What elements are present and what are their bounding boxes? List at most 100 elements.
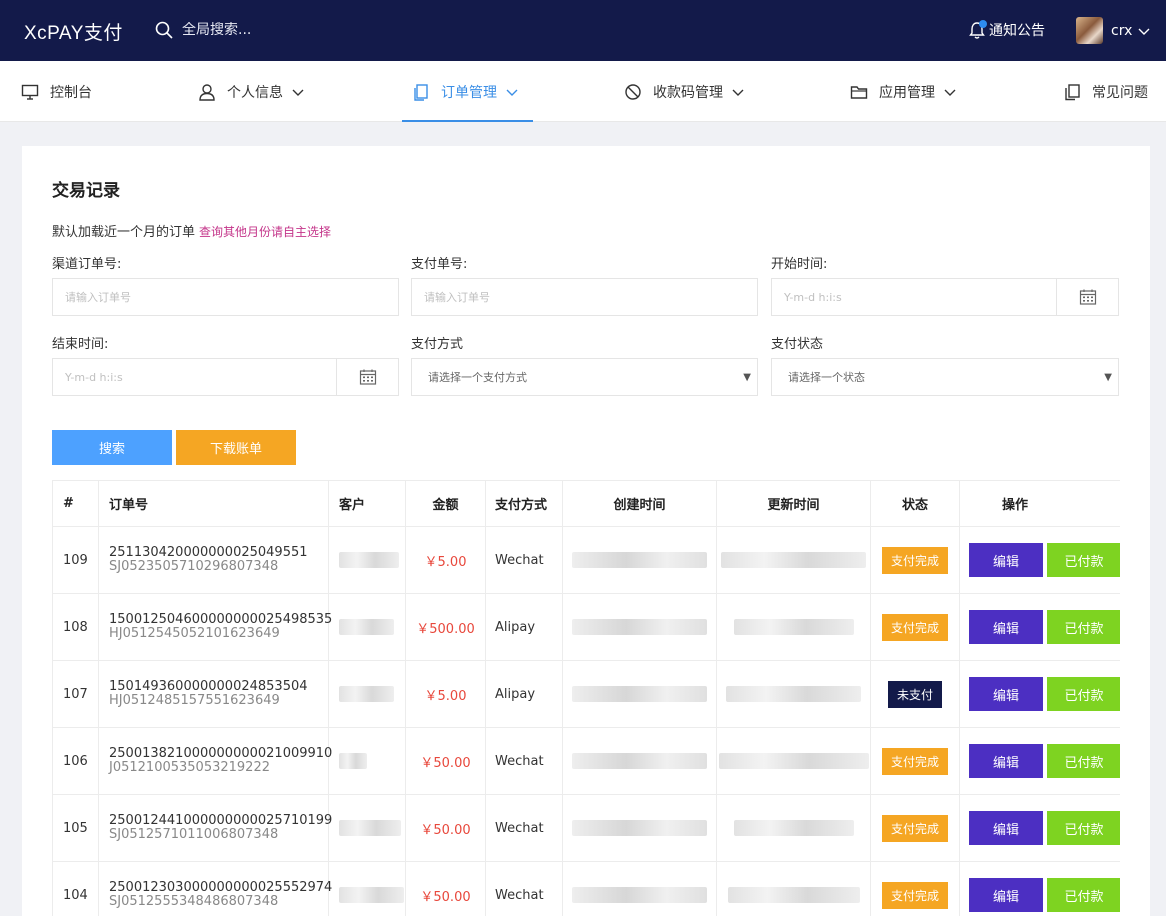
order-sub-number: J0512100535053219222 [109,760,270,775]
order-sub-number: SJ0523505710296807348 [109,559,279,574]
row-index: 109 [53,527,99,593]
row-order-no: 250013821000000000021009910 J051210053505… [99,728,332,794]
download-button[interactable]: 下载账单 [176,430,296,465]
username: crx [1111,22,1133,39]
amount-value: ￥500.00 [416,621,475,637]
status-selected: 请选择一个状态 [788,371,865,384]
nav-item-profile[interactable]: 个人信息 [198,61,305,122]
table-header: # 订单号 客户 金额 支付方式 创建时间 更新时间 状态 操作 [53,480,1120,527]
row-order-no: 250012441000000000025710199 SJ05125710110… [99,795,333,861]
channel-order-field[interactable] [52,278,399,316]
th-actions: 操作 [1001,498,1028,513]
caret-down-icon: ▼ [743,371,751,383]
mark-paid-button[interactable]: 已付款 [1047,811,1120,845]
row-index: 104 [53,862,99,916]
edit-button[interactable]: 编辑 [969,811,1043,845]
amount-value: ￥5.00 [424,688,467,704]
channel-order-input[interactable] [65,290,398,304]
mark-paid-button[interactable]: 已付款 [1047,543,1120,577]
start-time-input[interactable] [784,290,1054,304]
row-status: 支付完成 [871,728,960,794]
row-amount: ￥50.00 [406,862,486,916]
mark-paid-button[interactable]: 已付款 [1047,677,1120,711]
row-customer [329,795,406,861]
global-search[interactable] [154,20,322,40]
th-pay-method: 支付方式 [486,481,563,526]
edit-button[interactable]: 编辑 [969,677,1043,711]
nav-label-orders: 订单管理 [441,84,497,101]
row-created [563,527,717,593]
edit-button[interactable]: 编辑 [969,610,1043,644]
hint-text: 默认加载近一个月的订单 查询其他月份请自主选择 [52,221,331,240]
edit-button[interactable]: 编辑 [969,878,1043,912]
order-number: 250012441000000000025710199 [109,813,333,828]
nav-item-apps[interactable]: 应用管理 [850,61,957,122]
status-badge: 支付完成 [881,747,948,775]
pay-order-input[interactable] [424,290,757,304]
pay-order-field[interactable] [411,278,758,316]
notice-button[interactable]: 通知公告 [968,20,1045,40]
mark-paid-button[interactable]: 已付款 [1047,878,1120,912]
row-order-no: 250012303000000000025552974 SJ05125553484… [99,862,332,916]
row-index: 107 [53,661,99,727]
created-time-redacted [572,619,707,635]
row-updated [717,594,871,660]
order-number: 150012504600000000025498535 [109,612,333,627]
status-select[interactable]: 请选择一个状态 ▼ [771,358,1119,396]
customer-redacted [339,820,401,836]
search-button[interactable]: 搜索 [52,430,172,465]
pay-order-label: 支付单号: [411,257,468,272]
nav-label-profile: 个人信息 [227,84,283,101]
nav-item-orders[interactable]: 订单管理 [402,61,533,122]
row-status: 支付完成 [871,862,960,916]
user-menu[interactable]: crx [1076,17,1150,44]
row-amount: ￥500.00 [406,594,486,660]
th-order-no: 订单号 [99,481,329,526]
hint-link[interactable]: 查询其他月份请自主选择 [199,225,331,239]
th-status: 状态 [871,481,960,526]
row-id: 105 [63,820,88,836]
end-time-input[interactable] [65,370,335,384]
row-actions: 编辑 已付款 [960,594,1120,660]
nav-item-faq[interactable]: 常见问题 [1063,61,1148,122]
avatar [1076,17,1103,44]
calendar-button[interactable] [1056,279,1118,315]
order-number: 150149360000000024853504 [109,679,308,694]
updated-time-redacted [721,552,866,568]
row-index: 108 [53,594,99,660]
row-status: 支付完成 [871,594,960,660]
global-search-input[interactable] [182,22,322,38]
created-time-redacted [572,753,707,769]
table-row: 105 250012441000000000025710199 SJ05125710… [53,795,1120,862]
table-row: 104 250012303000000000025552974 SJ05125553… [53,862,1120,916]
channel-order-label: 渠道订单号: [52,257,122,272]
end-time-field[interactable] [52,358,399,396]
table-row: 109 251130420000000025049551 SJ05235057102… [53,527,1120,594]
updated-time-redacted [718,753,869,769]
table-row: 106 250013821000000000021009910 J051210053… [53,728,1120,795]
amount-value: ￥50.00 [420,822,471,838]
nav-label-faq: 常见问题 [1092,84,1148,101]
row-amount: ￥5.00 [406,661,486,727]
row-pay-method: Alipay [486,594,563,660]
mark-paid-button[interactable]: 已付款 [1047,744,1120,778]
start-time-field[interactable] [771,278,1119,316]
row-pay-method: Alipay [486,661,563,727]
user-icon [199,83,215,101]
created-time-redacted [572,552,707,568]
customer-redacted [339,619,394,635]
pay-method-select[interactable]: 请选择一个支付方式 ▼ [411,358,758,396]
amount-value: ￥5.00 [424,554,467,570]
created-time-redacted [572,820,707,836]
mark-paid-button[interactable]: 已付款 [1047,610,1120,644]
row-pay-method: Wechat [486,527,563,593]
nav-item-dashboard[interactable]: 控制台 [21,61,92,122]
updated-time-redacted [733,820,854,836]
row-updated [717,661,871,727]
nav-item-qrcodes[interactable]: 收款码管理 [624,61,745,122]
app-logo[interactable]: XcPAY支付 [24,18,123,45]
calendar-button[interactable] [336,359,398,395]
edit-button[interactable]: 编辑 [969,744,1043,778]
edit-button[interactable]: 编辑 [969,543,1043,577]
row-status: 支付完成 [871,527,960,593]
